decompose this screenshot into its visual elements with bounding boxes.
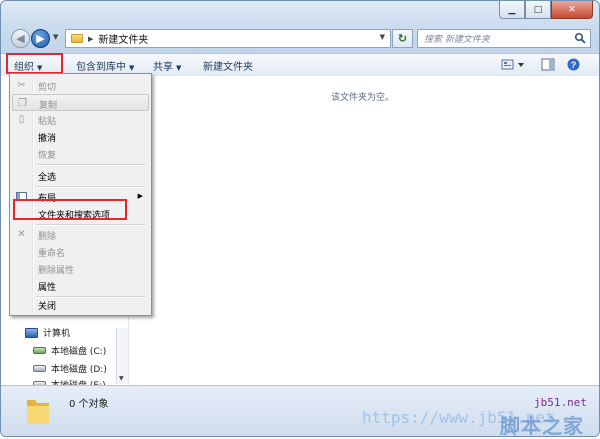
tree-item-computer[interactable]: 计算机 [25, 326, 70, 339]
maximize-button[interactable]: □ [525, 1, 551, 19]
menu-item-cut[interactable]: ✂ 剪切 [12, 77, 149, 94]
menu-item-label: 剪切 [38, 83, 57, 93]
change-view-icon[interactable] [501, 58, 527, 71]
share-label: 共享 [153, 62, 173, 73]
menu-item-label: 全选 [38, 173, 57, 183]
menu-item-label: 删除 [38, 232, 57, 242]
menu-item-remove-properties[interactable]: 删除属性 [12, 260, 149, 277]
refresh-button[interactable]: ↻ [392, 29, 413, 48]
menu-item-paste[interactable]: ▯ 粘贴 [12, 111, 149, 128]
item-count: 0 个对象 [69, 399, 109, 410]
delete-icon: ✕ [17, 229, 26, 240]
menu-item-delete[interactable]: ✕ 删除 [12, 226, 149, 243]
close-button[interactable]: ✕ [551, 1, 593, 19]
empty-folder-message: 该文件夹为空。 [331, 93, 395, 103]
svg-text:?: ? [571, 60, 577, 70]
folder-icon [71, 34, 83, 43]
navigation-scrollbar[interactable]: ▼ [116, 328, 128, 384]
address-dropdown-icon[interactable]: ▼ [380, 33, 385, 41]
caption-buttons: ▁ □ ✕ [499, 1, 593, 19]
forward-button[interactable]: ▶ [31, 29, 50, 48]
search-box[interactable]: 搜索 新建文件夹 [417, 29, 591, 48]
folder-options-highlight-box [13, 199, 127, 220]
computer-icon [25, 327, 38, 338]
menu-item-label: 复制 [39, 101, 58, 111]
submenu-arrow-icon: ▶ [137, 192, 143, 200]
tree-item-label: 本地磁盘 (D:) [51, 365, 107, 375]
scissors-icon: ✂ [17, 80, 26, 91]
back-button[interactable]: ◀ [11, 29, 30, 48]
menu-item-label: 撤消 [38, 134, 57, 144]
include-in-library-button[interactable]: 包含到库中 ▼ [76, 58, 134, 73]
organize-menu: ✂ 剪切 ❐ 复制 ▯ 粘贴 撤消 恢复 全选 布局 ▶ 文件夹和搜索选项 ✕ … [9, 73, 152, 316]
organize-highlight-box [6, 53, 63, 74]
scroll-down-icon[interactable]: ▼ [119, 375, 124, 382]
search-icon[interactable] [574, 32, 586, 44]
menu-item-label: 恢复 [38, 151, 57, 161]
navigation-bar: ◀ ▶ ▼ ▶ 新建文件夹 ▼ ↻ 搜索 新建文件夹 [9, 27, 591, 51]
paste-icon: ▯ [18, 114, 25, 125]
chevron-down-icon: ▼ [129, 64, 135, 72]
menu-item-copy[interactable]: ❐ 复制 [12, 94, 149, 111]
menu-item-label: 删除属性 [38, 266, 75, 276]
menu-item-close[interactable]: 关闭 [12, 296, 149, 313]
menu-item-rename[interactable]: 重命名 [12, 243, 149, 260]
tree-item-label: 计算机 [43, 329, 71, 339]
menu-item-label: 属性 [38, 283, 57, 293]
arrow-left-icon: ◀ [16, 32, 25, 45]
title-bar: ▁ □ ✕ [1, 1, 599, 25]
minimize-button[interactable]: ▁ [499, 1, 525, 19]
menu-separator [36, 164, 146, 166]
watermark-url: jb51.net [534, 396, 587, 409]
new-folder-button[interactable]: 新建文件夹 [203, 58, 253, 73]
minimize-icon: ▁ [508, 4, 516, 15]
tree-item-label: 本地磁盘 (C:) [51, 347, 107, 357]
menu-item-label: 重命名 [38, 249, 66, 259]
tree-item-drive-d[interactable]: 本地磁盘 (D:) [33, 362, 107, 375]
tree-item-drive-c[interactable]: 本地磁盘 (C:) [33, 344, 106, 357]
copy-icon: ❐ [18, 98, 27, 109]
help-icon[interactable]: ? [567, 58, 580, 71]
drive-icon [33, 365, 46, 372]
menu-item-undo[interactable]: 撤消 [12, 128, 149, 145]
watermark-brand: 脚本之家 [500, 414, 584, 438]
menu-item-label: 粘贴 [38, 117, 57, 127]
folder-icon [27, 400, 49, 424]
new-folder-label: 新建文件夹 [203, 62, 253, 73]
refresh-icon: ↻ [397, 32, 408, 45]
menu-item-redo[interactable]: 恢复 [12, 145, 149, 162]
close-icon: ✕ [568, 4, 576, 15]
share-button[interactable]: 共享 ▼ [153, 58, 181, 73]
menu-item-select-all[interactable]: 全选 [12, 167, 149, 184]
system-drive-icon [33, 347, 46, 354]
chevron-down-icon: ▼ [176, 64, 182, 72]
recent-pages-dropdown-icon[interactable]: ▼ [53, 33, 58, 41]
menu-item-properties[interactable]: 属性 [12, 277, 149, 294]
include-in-library-label: 包含到库中 [76, 62, 126, 73]
breadcrumb-current-folder[interactable]: 新建文件夹 [98, 31, 148, 46]
breadcrumb-arrow-icon[interactable]: ▶ [88, 35, 93, 43]
maximize-icon: □ [533, 4, 543, 15]
menu-item-label: 关闭 [38, 302, 57, 312]
search-input[interactable]: 搜索 新建文件夹 [424, 32, 490, 45]
arrow-right-icon: ▶ [36, 32, 45, 45]
address-bar[interactable]: ▶ 新建文件夹 ▼ [65, 29, 391, 48]
preview-pane-icon[interactable] [541, 58, 555, 71]
